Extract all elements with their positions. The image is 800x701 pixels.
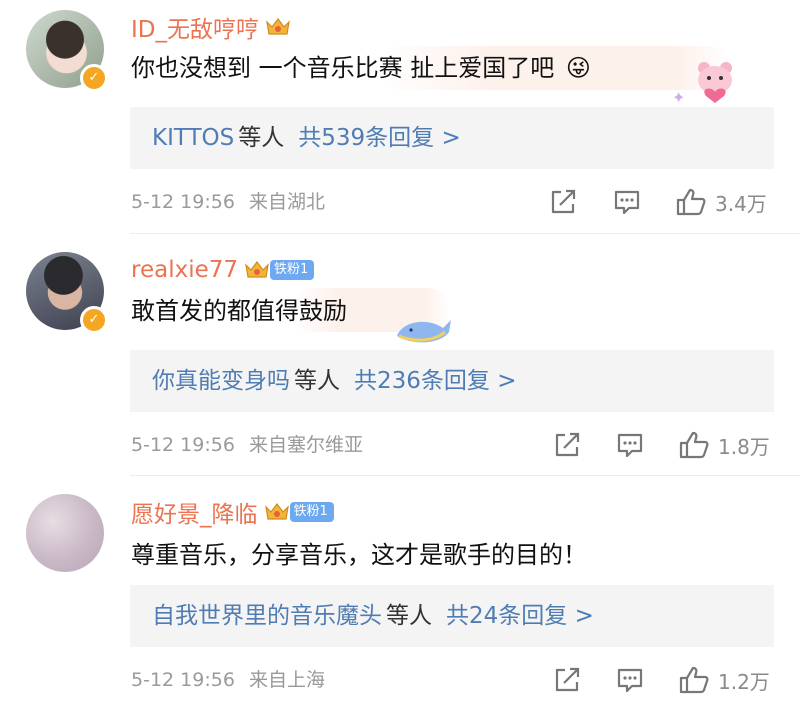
comment-item: ✓ ID_无敌哼哼 你也没想到 一个音乐比赛 扯上爱国了吧 😜 ✦ KITTOS… (0, 0, 800, 234)
share-button[interactable] (552, 429, 582, 461)
like-count: 3.4万 (715, 191, 767, 216)
reply-summary[interactable]: KITTOS 等人 共539条回复 > (130, 107, 774, 169)
thumbs-up-icon (679, 666, 709, 694)
comment-location: 来自塞尔维亚 (248, 434, 363, 456)
share-icon (555, 667, 580, 692)
like-button[interactable]: 1.2万 (678, 664, 770, 696)
reply-count-link[interactable]: 共236条回复 > (354, 368, 516, 394)
comment-button[interactable] (615, 664, 645, 696)
reply-count-link[interactable]: 共24条回复 > (446, 603, 594, 629)
comment-meta: 5-12 19:56 来自上海 (131, 666, 325, 694)
reply-mid-text: 等人 (294, 368, 340, 394)
share-icon (551, 189, 576, 214)
share-icon (555, 432, 580, 457)
comment-text: 你也没想到 一个音乐比赛 扯上爱国了吧 (131, 54, 555, 82)
sparkle-icon: ✦ (672, 88, 686, 107)
like-count: 1.8万 (718, 434, 770, 459)
comment-meta: 5-12 19:56 来自湖北 (131, 188, 325, 216)
reply-users[interactable]: KITTOS (152, 125, 234, 151)
comment-time: 5-12 19:56 (131, 191, 235, 213)
wink-emoji-icon: 😜 (565, 54, 591, 82)
thumbs-up-icon (676, 188, 706, 216)
reply-mid-text: 等人 (386, 603, 432, 629)
crown-icon (265, 16, 290, 38)
comment-button[interactable] (615, 429, 645, 461)
avatar[interactable] (26, 494, 104, 572)
comment-icon (617, 668, 643, 693)
reply-users[interactable]: 自我世界里的音乐魔头 (152, 603, 382, 629)
username[interactable]: 愿好景_降临 (131, 495, 258, 529)
comment-divider (130, 233, 800, 234)
reply-summary[interactable]: 你真能变身吗 等人 共236条回复 > (130, 350, 774, 412)
comment-text: 敢首发的都值得鼓励 (131, 297, 347, 325)
comment-button[interactable] (612, 186, 642, 218)
comment-text-row: 你也没想到 一个音乐比赛 扯上爱国了吧 😜 (131, 48, 591, 88)
comment-text: 尊重音乐，分享音乐，这才是歌手的目的！ (131, 541, 587, 569)
verified-badge-icon: ✓ (80, 64, 108, 92)
fan-level-badge: 铁粉1 (270, 260, 315, 280)
crown-icon (264, 501, 289, 523)
comment-location: 来自上海 (248, 669, 325, 691)
verified-badge-icon: ✓ (80, 306, 108, 334)
like-button[interactable]: 3.4万 (675, 186, 767, 218)
like-count: 1.2万 (718, 669, 770, 694)
whale-sticker-icon (393, 306, 455, 352)
comment-divider (130, 475, 800, 476)
username[interactable]: realxie77 (131, 257, 238, 283)
crown-icon (244, 259, 269, 281)
comment-location: 来自湖北 (248, 191, 325, 213)
comment-meta: 5-12 19:56 来自塞尔维亚 (131, 431, 363, 459)
thumbs-up-icon (679, 431, 709, 459)
reply-summary[interactable]: 自我世界里的音乐魔头 等人 共24条回复 > (130, 585, 774, 647)
comment-time: 5-12 19:56 (131, 434, 235, 456)
like-button[interactable]: 1.8万 (678, 429, 770, 461)
fan-level-badge: 铁粉1 (289, 502, 334, 522)
comment-text-row: 尊重音乐，分享音乐，这才是歌手的目的！ (131, 535, 587, 575)
share-button[interactable] (548, 186, 578, 218)
comment-time: 5-12 19:56 (131, 669, 235, 691)
share-button[interactable] (552, 664, 582, 696)
reply-count-link[interactable]: 共539条回复 > (298, 125, 460, 151)
comment-icon (614, 190, 640, 215)
comment-icon (617, 433, 643, 458)
username[interactable]: ID_无敌哼哼 (131, 10, 259, 44)
reply-users[interactable]: 你真能变身吗 (152, 368, 290, 394)
bear-sticker-icon (690, 58, 740, 108)
reply-mid-text: 等人 (238, 125, 285, 151)
comment-text-row: 敢首发的都值得鼓励 (131, 291, 347, 331)
